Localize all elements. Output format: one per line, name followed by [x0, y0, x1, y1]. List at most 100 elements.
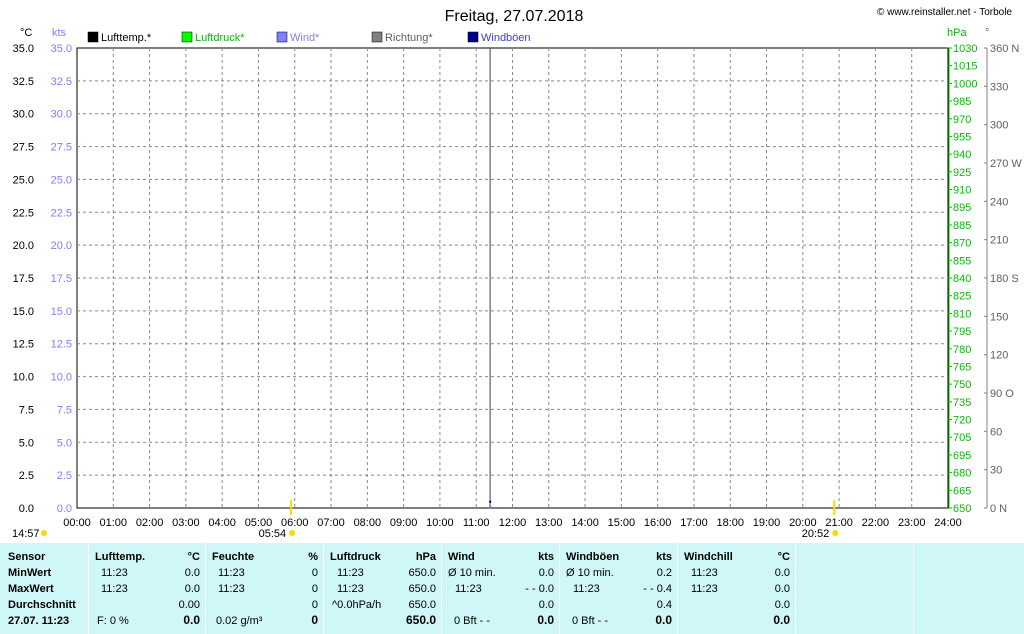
temp-tick-label: 10.0 [13, 372, 34, 384]
temp-tick-label: 35.0 [13, 43, 34, 55]
direction-tick-label: 240 [990, 196, 1008, 208]
wind-avg10-label: Ø 10 min. [448, 567, 496, 579]
windchill-avg-value: 0.0 [774, 599, 790, 611]
pressure-tick-label: 855 [953, 255, 971, 267]
x-tick-label: 14:00 [571, 517, 599, 529]
humidity-max-value: 0 [311, 583, 318, 595]
legend-label: Wind* [290, 32, 320, 44]
windchill-current-value: 0.0 [773, 613, 790, 627]
pressure-max-time: 11:23 [337, 583, 364, 595]
humidity-min-value: 0 [311, 567, 318, 579]
credit-link[interactable]: © www.reinstaller.net - Torbole [877, 7, 1012, 18]
wind-tick-label: 17.5 [51, 273, 72, 285]
direction-axis-unit: ° [985, 27, 989, 39]
wind-avg-value: 0.0 [538, 599, 554, 611]
summary-col-empty-2 [913, 543, 1024, 634]
legend-swatch [371, 31, 383, 43]
wind-tick-label: 7.5 [57, 404, 72, 416]
gusts-current-value: 0.0 [655, 613, 672, 627]
pressure-tick-label: 955 [953, 131, 971, 143]
legend-label: Luftdruck* [195, 32, 245, 44]
temp-tick-label: 25.0 [13, 174, 34, 186]
gusts-current-bft: 0 Bft - - [572, 615, 609, 627]
x-tick-label: 12:00 [499, 517, 527, 529]
pressure-tick-label: 840 [953, 273, 971, 285]
windchill-header: Windchill [684, 551, 733, 563]
humidity-current-extra: 0.02 g/m³ [216, 615, 263, 627]
wind-tick-label: 30.0 [51, 109, 72, 121]
legend-swatch [87, 31, 99, 43]
temp-tick-label: 17.5 [13, 273, 34, 285]
pressure-trend: ^0.0hPa/h [332, 599, 382, 611]
wind-current-bft: 0 Bft - - [454, 615, 491, 627]
summary-row-label-current: 27.07. 11:23 [8, 615, 70, 627]
weather-chart: Freitag, 27.07.2018 © www.reinstaller.ne… [12, 7, 1022, 540]
chart-legend: Lufttemp.* Luftdruck* Wind* Richtung* Windbö… [87, 31, 531, 44]
sunset-label: 20:52 [802, 528, 830, 540]
wind-max-value: - - 0.0 [525, 583, 554, 595]
chart-marks: 05:54 20:52 14:57 [12, 48, 839, 540]
humidity-avg-value: 0 [311, 599, 318, 611]
pressure-tick-label: 750 [953, 379, 971, 391]
summary-col-sensor: Sensor MinWert MaxWert Durchschnitt 27.0… [0, 543, 88, 634]
sunrise-label: 05:54 [259, 528, 287, 540]
x-tick-label: 01:00 [100, 517, 128, 529]
direction-tick-label: 180 S [990, 273, 1019, 285]
legend-swatch [467, 31, 479, 43]
x-tick-label: 24:00 [934, 517, 962, 529]
summary-row-label-min: MinWert [8, 567, 52, 579]
pressure-tick-label: 910 [953, 185, 971, 197]
sunrise-sun-icon [289, 530, 296, 536]
pressure-tick-label: 885 [953, 220, 971, 232]
direction-tick-label: 360 N [990, 43, 1019, 55]
pressure-tick-label: 765 [953, 361, 971, 373]
humidity-current-value: 0 [311, 613, 318, 627]
chart-grid [76, 47, 949, 509]
humidity-header: Feuchte [212, 551, 255, 563]
pressure-min-value: 650.0 [408, 567, 436, 579]
direction-tick-label: 30 [990, 465, 1002, 477]
legend-swatch [181, 31, 193, 43]
x-tick-label: 15:00 [608, 517, 636, 529]
wind-avg10-value: 0.0 [538, 567, 554, 579]
pressure-tick-label: 665 [953, 485, 971, 497]
legend-swatch [276, 31, 288, 43]
temp-max-value: 0.0 [184, 583, 200, 595]
x-tick-label: 10:00 [426, 517, 454, 529]
gusts-max-time: 11:23 [573, 583, 600, 595]
temp-unit: °C [187, 551, 200, 563]
legend-label: Lufttemp.* [101, 32, 152, 44]
sunset-sun-icon [832, 530, 839, 536]
wind-header: Wind [448, 551, 475, 563]
temp-header: Lufttemp. [95, 551, 146, 563]
temp-tick-label: 7.5 [19, 404, 34, 416]
temp-tick-label: 22.5 [13, 207, 34, 219]
series-point [489, 500, 492, 503]
windchill-max-time: 11:23 [691, 583, 718, 595]
pressure-tick-label: 695 [953, 450, 971, 462]
wind-tick-label: 5.0 [57, 437, 72, 449]
direction-tick-label: 60 [990, 426, 1002, 438]
temp-tick-label: 20.0 [13, 240, 34, 252]
humidity-unit: % [308, 551, 318, 563]
wind-tick-label: 10.0 [51, 372, 72, 384]
x-tick-label: 07:00 [317, 517, 345, 529]
wind-current-value: 0.0 [537, 613, 554, 627]
temp-tick-label: 12.5 [13, 339, 34, 351]
pressure-unit: hPa [415, 551, 436, 563]
x-tick-label: 09:00 [390, 517, 418, 529]
wind-tick-label: 15.0 [51, 306, 72, 318]
legend-label: Richtung* [385, 32, 433, 44]
x-tick-label: 04:00 [208, 517, 236, 529]
gusts-max-value: - - 0.4 [643, 583, 672, 595]
pressure-tick-label: 720 [953, 415, 971, 427]
x-tick-label: 08:00 [354, 517, 382, 529]
windchill-min-value: 0.0 [774, 567, 790, 579]
pressure-header: Luftdruck [330, 551, 381, 563]
summary-table: Sensor MinWert MaxWert Durchschnitt 27.0… [0, 543, 1024, 634]
wind-tick-label: 35.0 [51, 43, 72, 55]
summary-sensor-header: Sensor [8, 551, 46, 563]
direction-tick-label: 120 [990, 350, 1008, 362]
direction-tick-label: 0 N [990, 503, 1007, 515]
pressure-tick-label: 735 [953, 397, 971, 409]
